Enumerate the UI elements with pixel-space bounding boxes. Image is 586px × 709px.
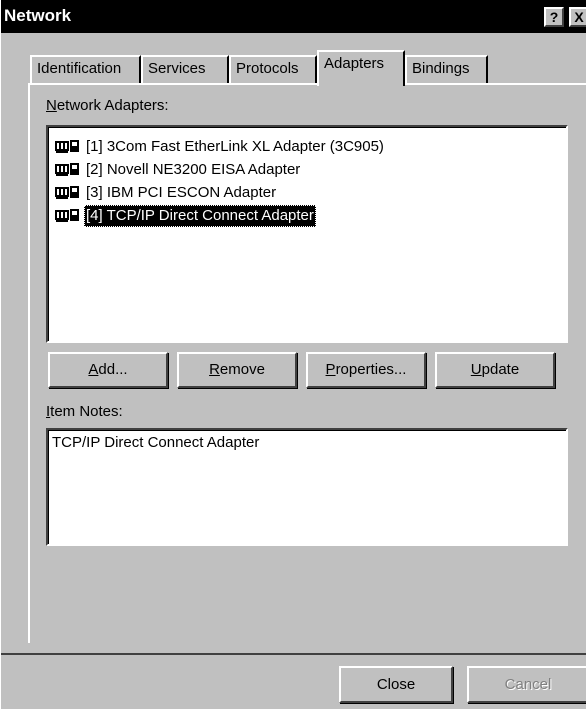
- tab-adapters[interactable]: Adapters: [317, 50, 405, 86]
- network-card-icon: [55, 209, 79, 222]
- footer-divider: [1, 653, 586, 655]
- network-card-icon: [55, 163, 79, 176]
- properties-button[interactable]: Properties...: [306, 352, 426, 388]
- list-item[interactable]: [2] Novell NE3200 EISA Adapter: [54, 159, 302, 181]
- help-button[interactable]: ?: [544, 7, 564, 27]
- network-adapters-label: Network Adapters:: [46, 97, 169, 114]
- adapter-label: [1] 3Com Fast EtherLink XL Adapter (3C90…: [86, 138, 384, 155]
- list-item[interactable]: [1] 3Com Fast EtherLink XL Adapter (3C90…: [54, 136, 386, 158]
- network-card-icon: [55, 140, 79, 153]
- update-button[interactable]: Update: [435, 352, 555, 388]
- tab-identification[interactable]: Identification: [30, 55, 141, 83]
- tab-protocols[interactable]: Protocols: [229, 55, 317, 83]
- close-button[interactable]: Close: [339, 666, 453, 703]
- adapter-label: [2] Novell NE3200 EISA Adapter: [86, 161, 301, 178]
- tab-services[interactable]: Services: [141, 55, 229, 83]
- remove-button-label: Remove: [209, 361, 265, 378]
- title-bar[interactable]: Network ? X: [1, 0, 586, 33]
- network-card-icon: [55, 186, 79, 199]
- properties-button-label: Properties...: [325, 361, 407, 378]
- item-notes-label: Item Notes:: [46, 403, 123, 420]
- item-notes-box: TCP/IP Direct Connect Adapter: [46, 428, 568, 546]
- network-adapters-list[interactable]: [1] 3Com Fast EtherLink XL Adapter (3C90…: [46, 125, 568, 343]
- add-button[interactable]: Add...: [48, 352, 168, 388]
- network-dialog: Network ? X Identification Services Prot…: [0, 0, 586, 709]
- adapter-label: [3] IBM PCI ESCON Adapter: [86, 184, 277, 201]
- close-window-button[interactable]: X: [569, 7, 586, 27]
- update-button-label: Update: [470, 361, 520, 378]
- remove-button[interactable]: Remove: [177, 352, 297, 388]
- adapter-label: [4] TCP/IP Direct Connect Adapter: [84, 205, 316, 227]
- list-item-selected[interactable]: [4] TCP/IP Direct Connect Adapter: [54, 205, 316, 227]
- add-button-label: Add...: [88, 361, 128, 378]
- cancel-button: Cancel: [467, 666, 586, 703]
- tab-bindings[interactable]: Bindings: [405, 55, 488, 83]
- list-item[interactable]: [3] IBM PCI ESCON Adapter: [54, 182, 278, 204]
- window-title: Network: [4, 6, 72, 25]
